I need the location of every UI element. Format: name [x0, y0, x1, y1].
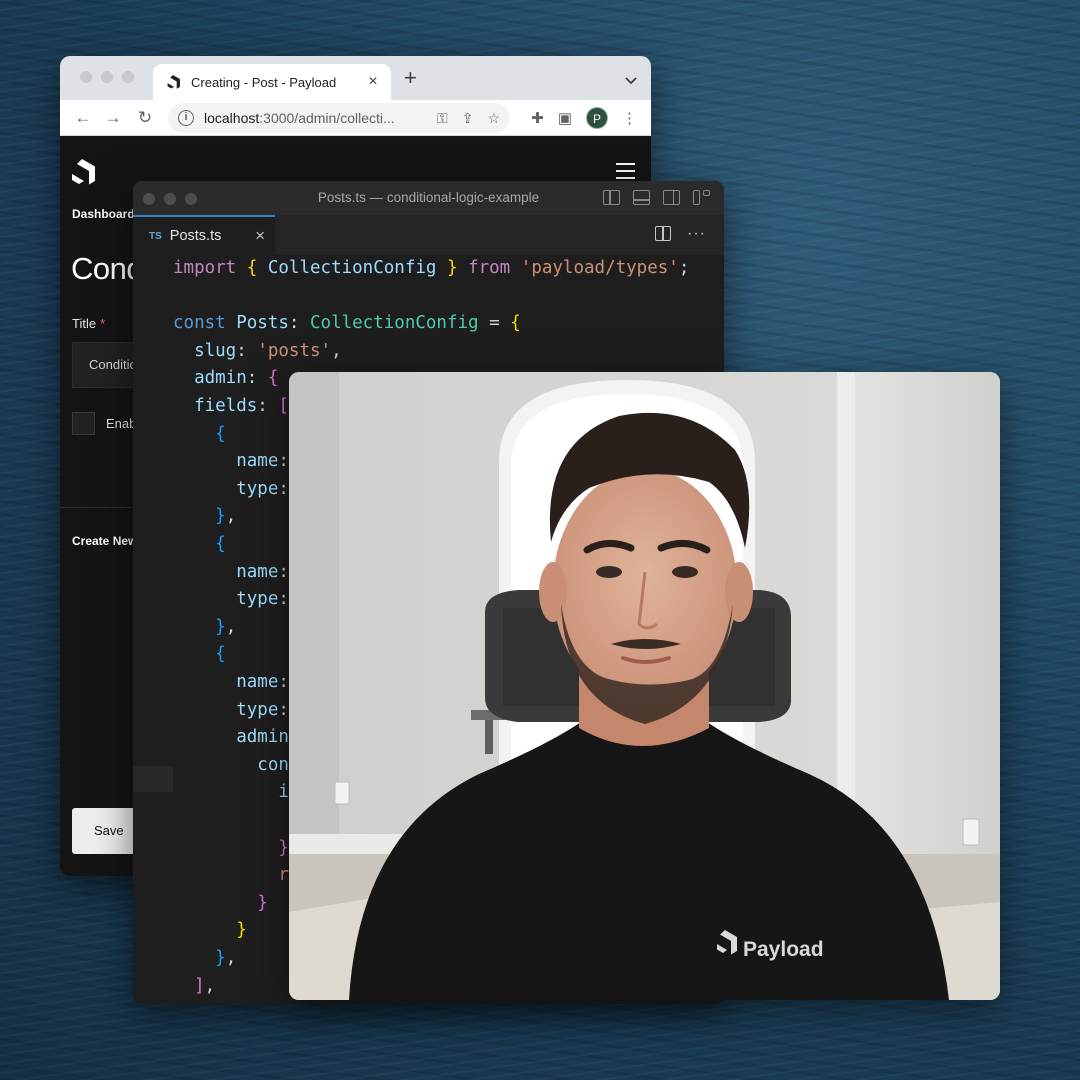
- address-bar[interactable]: i localhost :3000/admin/collecti... ⚿ ⇪ …: [168, 103, 510, 133]
- tab-search-chevron-icon[interactable]: [625, 72, 637, 85]
- editor-tab-bar: TS Posts.ts × ···: [133, 215, 724, 255]
- star-icon[interactable]: ☆: [487, 110, 500, 127]
- editor-tab-label: Posts.ts: [169, 228, 222, 244]
- code-line: admin: {: [194, 368, 279, 389]
- code-line: name:: [236, 672, 289, 692]
- code-line: },: [215, 948, 237, 968]
- reload-icon[interactable]: ↻: [134, 107, 156, 129]
- code-line: {: [215, 534, 226, 554]
- browser-toolbar: ← → ↻ i localhost :3000/admin/collecti..…: [60, 100, 651, 136]
- code-line: name:: [236, 561, 289, 582]
- side-panel-icon[interactable]: ▣: [558, 109, 572, 127]
- breadcrumb[interactable]: Dashboard: [72, 207, 135, 221]
- code-line: const Posts: CollectionConfig = {: [173, 313, 521, 334]
- current-line-highlight: [133, 766, 173, 792]
- payload-logo-icon[interactable]: [72, 159, 96, 185]
- split-editor-icon[interactable]: [655, 226, 672, 241]
- browser-menu-icon[interactable]: ⋮: [622, 109, 637, 127]
- code-line: },: [215, 616, 237, 637]
- url-host: localhost: [204, 110, 260, 126]
- code-line: import { CollectionConfig } from 'payloa…: [173, 258, 690, 278]
- close-window-button[interactable]: [80, 71, 92, 83]
- url-path: :3000/admin/collecti...: [259, 110, 395, 126]
- code-line: type:: [236, 699, 289, 720]
- webcam-scene: Payload: [289, 372, 1000, 1000]
- browser-tab-active[interactable]: Creating - Post - Payload ×: [153, 64, 391, 100]
- code-line: {: [215, 644, 226, 665]
- site-info-icon[interactable]: i: [178, 110, 194, 126]
- forward-arrow-icon[interactable]: →: [102, 107, 124, 129]
- code-line: con: [257, 754, 289, 775]
- share-icon[interactable]: ⇪: [462, 110, 474, 127]
- extensions-puzzle-icon[interactable]: ✚: [531, 109, 544, 127]
- code-line: }: [236, 920, 247, 941]
- payload-favicon-icon: [167, 75, 181, 89]
- shirt-logo-text: Payload: [743, 938, 824, 961]
- code-line: type:: [236, 589, 289, 610]
- more-actions-icon[interactable]: ···: [687, 225, 706, 241]
- zoom-window-button[interactable]: [122, 71, 134, 83]
- code-line: }: [278, 837, 289, 858]
- call-to-action-checkbox[interactable]: [72, 412, 95, 435]
- code-line: ],: [194, 975, 216, 996]
- minimize-window-button[interactable]: [101, 71, 113, 83]
- code-line: r: [278, 865, 289, 886]
- code-line: {: [215, 423, 226, 444]
- key-icon[interactable]: ⚿: [437, 110, 448, 127]
- new-tab-button[interactable]: +: [404, 67, 417, 89]
- browser-tab-strip: Creating - Post - Payload × +: [60, 56, 651, 100]
- toggle-panel-icon[interactable]: [633, 190, 650, 205]
- code-line: admin: [236, 727, 289, 748]
- customize-layout-icon[interactable]: [693, 190, 710, 205]
- hamburger-menu-icon[interactable]: [616, 163, 635, 179]
- code-line: name:: [236, 451, 289, 472]
- typescript-file-icon: TS: [149, 230, 162, 242]
- code-line: slug: 'posts',: [194, 340, 342, 361]
- toggle-primary-sidebar-icon[interactable]: [603, 190, 620, 205]
- window-controls[interactable]: [80, 71, 134, 83]
- tab-title: Creating - Post - Payload: [191, 74, 337, 90]
- code-line: },: [215, 506, 237, 527]
- editor-tab-close-icon[interactable]: ×: [255, 226, 265, 246]
- code-line: fields: [: [194, 396, 289, 416]
- code-line: i: [278, 782, 289, 803]
- editor-titlebar: Posts.ts — conditional-logic-example: [133, 181, 724, 215]
- create-new-link[interactable]: Create New: [72, 534, 137, 548]
- webcam-video: Payload: [289, 372, 1000, 1000]
- editor-tab-posts[interactable]: TS Posts.ts ×: [133, 215, 275, 255]
- toggle-secondary-sidebar-icon[interactable]: [663, 190, 680, 205]
- tab-close-icon[interactable]: ×: [365, 73, 381, 91]
- title-field-label: Title *: [72, 316, 106, 331]
- profile-avatar[interactable]: P: [586, 107, 608, 129]
- code-line: }: [257, 892, 268, 913]
- back-arrow-icon[interactable]: ←: [72, 107, 94, 129]
- code-line: type:: [236, 478, 289, 499]
